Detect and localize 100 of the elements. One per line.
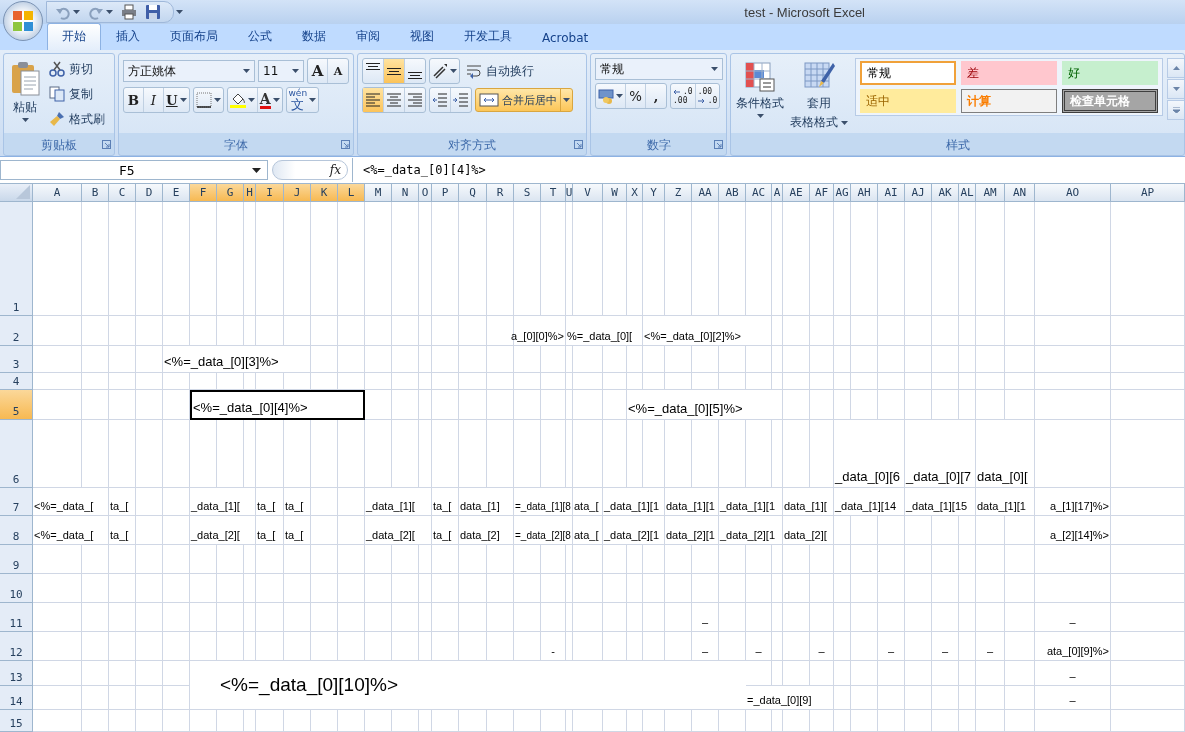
sheet-cell[interactable]: ata_[0][9]%> xyxy=(1035,632,1111,661)
sheet-cell[interactable]: – xyxy=(878,632,905,661)
font-size-field[interactable]: 11 xyxy=(258,60,304,82)
sheet-cell[interactable]: – xyxy=(746,632,772,661)
column-header[interactable]: P xyxy=(432,184,459,202)
column-header[interactable]: S xyxy=(514,184,541,202)
cell-style-option[interactable]: 差 xyxy=(961,61,1057,85)
sheet-cell[interactable]: – xyxy=(1035,686,1111,710)
sheet-cell[interactable]: _data_[1][1 xyxy=(603,488,665,516)
sheet-cell[interactable]: data_[2] xyxy=(459,516,514,545)
column-header[interactable]: Z xyxy=(665,184,692,202)
column-header[interactable]: AK xyxy=(932,184,959,202)
sheet-cell[interactable]: data_[2][ xyxy=(783,516,834,545)
row-header[interactable]: 13 xyxy=(0,661,33,686)
ribbon-tab[interactable]: 页面布局 xyxy=(155,23,233,50)
conditional-format-button[interactable]: 条件格式 xyxy=(735,58,785,121)
row-header[interactable]: 10 xyxy=(0,574,33,603)
ribbon-tab[interactable]: 开发工具 xyxy=(449,23,527,50)
column-header[interactable]: L xyxy=(338,184,365,202)
sheet-cell[interactable]: <%=_data_[0][5]%> xyxy=(627,390,783,420)
sheet-cell[interactable]: _data_[2][ xyxy=(190,516,256,545)
sheet-cell[interactable]: – xyxy=(1035,603,1111,632)
font-field[interactable]: 方正姚体 xyxy=(123,60,255,82)
merge-center-button[interactable]: 合并后居中 xyxy=(475,88,573,112)
column-header[interactable]: Y xyxy=(643,184,665,202)
percent-button[interactable]: % xyxy=(626,84,646,108)
sheet-cell[interactable]: <%=_data_[ xyxy=(33,516,109,545)
sheet-cell[interactable]: <%=_data_[ xyxy=(33,488,109,516)
insert-function-button[interactable]: fx xyxy=(272,160,348,180)
number-format-field[interactable]: 常规 xyxy=(595,58,723,80)
sheet-cell[interactable]: ta_[ xyxy=(432,488,459,516)
column-header[interactable]: Q xyxy=(459,184,487,202)
sheet-cell[interactable]: _data_[1][ xyxy=(365,488,432,516)
column-header[interactable]: F xyxy=(190,184,217,202)
column-header[interactable]: R xyxy=(487,184,514,202)
column-header[interactable]: AA xyxy=(692,184,719,202)
sheet-cell[interactable]: ta_[ xyxy=(432,516,459,545)
grow-font-button[interactable]: A xyxy=(308,59,328,83)
column-header[interactable]: H xyxy=(244,184,256,202)
column-header[interactable]: AE xyxy=(783,184,810,202)
row-header[interactable]: 15 xyxy=(0,710,33,732)
sheet-cell[interactable]: a_[1][17]%> xyxy=(1035,488,1111,516)
row-header[interactable]: 5 xyxy=(0,390,33,420)
sheet-cell[interactable]: _data_[1][14 xyxy=(834,488,905,516)
ribbon-tab[interactable]: 数据 xyxy=(287,23,341,50)
sheet-cell[interactable]: _data_[2][ xyxy=(365,516,432,545)
sheet-cell[interactable]: ta_[ xyxy=(109,488,136,516)
ribbon-tab[interactable]: 视图 xyxy=(395,23,449,50)
comma-button[interactable]: , xyxy=(646,84,666,108)
column-header[interactable]: AM xyxy=(976,184,1005,202)
column-header[interactable]: AH xyxy=(851,184,878,202)
sheet-cell[interactable]: ta_[ xyxy=(109,516,136,545)
wrap-text-button[interactable]: 自动换行 xyxy=(463,60,537,82)
row-header[interactable]: 3 xyxy=(0,346,33,373)
sheet-cell[interactable]: ata_[ xyxy=(573,516,603,545)
cut-button[interactable]: 剪切 xyxy=(46,58,108,80)
shrink-font-button[interactable]: A xyxy=(328,59,348,83)
sheet-cell[interactable]: data_[1][ xyxy=(783,488,834,516)
column-header[interactable]: AI xyxy=(878,184,905,202)
underline-button[interactable]: U xyxy=(164,88,189,112)
sheet-cell[interactable]: data_[0][ xyxy=(976,420,1035,488)
row-header[interactable]: 2 xyxy=(0,316,33,346)
sheet-cell[interactable]: data_[1] xyxy=(459,488,514,516)
column-header[interactable]: AJ xyxy=(905,184,932,202)
cell-style-option[interactable]: 常规 xyxy=(860,61,956,85)
sheet-cell[interactable]: data_[1][1 xyxy=(665,488,719,516)
column-header[interactable]: B xyxy=(82,184,109,202)
sheet-cell[interactable]: a_[2][14]%> xyxy=(1035,516,1111,545)
row-header[interactable]: 7 xyxy=(0,488,33,516)
copy-button[interactable]: 复制 xyxy=(46,83,108,105)
column-header[interactable]: V xyxy=(573,184,603,202)
sheet-cell[interactable]: – xyxy=(692,632,719,661)
column-header[interactable]: A xyxy=(33,184,82,202)
column-header[interactable]: A xyxy=(772,184,783,202)
sheet-cell[interactable]: – xyxy=(976,632,1005,661)
sheet-cell[interactable]: =_data_[2][8 xyxy=(514,516,573,545)
cell-style-option[interactable]: 适中 xyxy=(860,89,956,113)
sheet-cell[interactable]: ta_[ xyxy=(256,516,284,545)
sheet-cell[interactable]: ta_[ xyxy=(256,488,284,516)
italic-button[interactable]: I xyxy=(144,88,164,112)
phonetic-button[interactable]: wén 文 xyxy=(286,88,319,112)
column-header[interactable]: AO xyxy=(1035,184,1111,202)
sheet-cell[interactable]: _data_[1][1 xyxy=(719,488,783,516)
ribbon-tab[interactable]: 公式 xyxy=(233,23,287,50)
sheet-cell[interactable]: data_[2][1 xyxy=(665,516,719,545)
column-header[interactable]: AF xyxy=(810,184,834,202)
column-header[interactable]: E xyxy=(163,184,190,202)
column-header[interactable]: AP xyxy=(1111,184,1185,202)
sheet-cell[interactable]: ta_[ xyxy=(284,516,311,545)
column-header[interactable]: G xyxy=(217,184,244,202)
sheet-cell[interactable]: _data_[1][ xyxy=(190,488,256,516)
sheet-cell[interactable]: =_data_[1][8 xyxy=(514,488,573,516)
sheet-cell[interactable]: =_data_[0][9] xyxy=(746,686,834,710)
sheet-cell[interactable]: ata_[ xyxy=(573,488,603,516)
column-header[interactable]: N xyxy=(392,184,419,202)
sheet-cell[interactable]: _data_[1][15 xyxy=(905,488,976,516)
sheet-cell[interactable]: %=_data_[0][ xyxy=(566,316,643,346)
sheet-cell[interactable]: – xyxy=(932,632,959,661)
row-header[interactable]: 8 xyxy=(0,516,33,545)
column-header[interactable]: W xyxy=(603,184,627,202)
